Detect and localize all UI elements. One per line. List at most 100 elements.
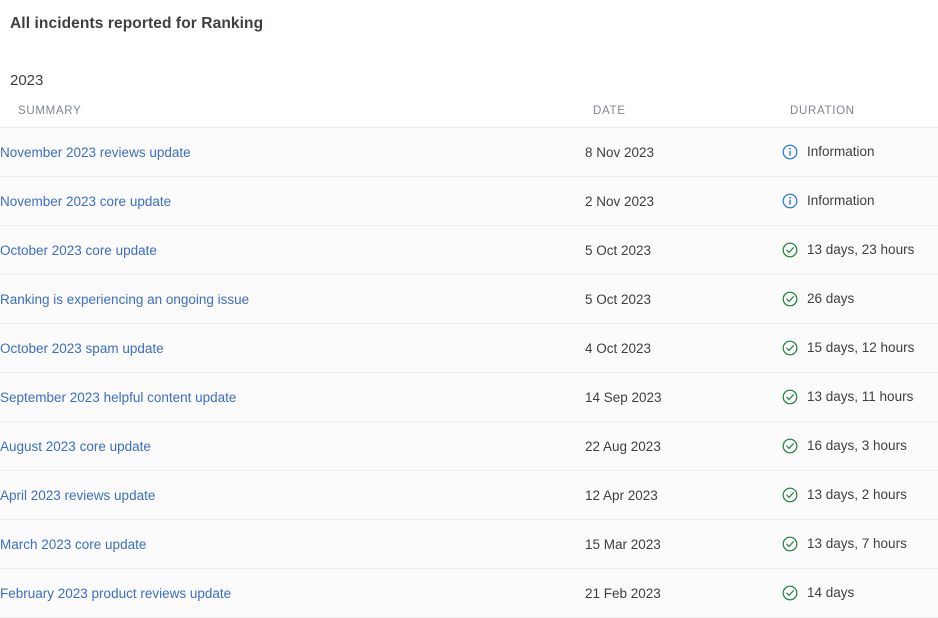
table-row[interactable]: April 2023 reviews update 12 Apr 2023 13 d…: [0, 470, 938, 520]
incident-link[interactable]: March 2023 core update: [0, 537, 146, 552]
page-title: All incidents reported for Ranking: [10, 15, 264, 32]
table-body: November 2023 reviews update 8 Nov 2023 In…: [0, 127, 938, 618]
cell-duration: 13 days, 23 hours: [782, 226, 938, 275]
incident-link[interactable]: November 2023 core update: [0, 194, 171, 209]
table-row[interactable]: October 2023 spam update 4 Oct 2023 15 day…: [0, 323, 938, 373]
incident-date: 8 Nov 2023: [585, 144, 655, 160]
duration-wrapper: 15 days, 12 hours: [782, 340, 938, 356]
incident-date: 15 Mar 2023: [585, 536, 661, 552]
cell-date: 5 Oct 2023: [585, 226, 782, 275]
cell-summary: April 2023 reviews update: [0, 471, 585, 520]
incident-link[interactable]: Ranking is experiencing an ongoing issue: [0, 292, 249, 307]
duration-wrapper: Information: [782, 193, 938, 209]
table-row[interactable]: August 2023 core update 22 Aug 2023 16 day…: [0, 421, 938, 471]
cell-duration: Information: [782, 128, 938, 177]
cell-date: 22 Aug 2023: [585, 422, 782, 471]
cell-date: 5 Oct 2023: [585, 275, 782, 324]
incident-date: 5 Oct 2023: [585, 242, 652, 258]
duration-text: 14 days: [807, 585, 855, 600]
check-circle-icon: [782, 242, 798, 258]
incident-link[interactable]: October 2023 spam update: [0, 341, 164, 356]
cell-date: 8 Nov 2023: [585, 128, 782, 177]
column-header-summary: SUMMARY: [18, 105, 82, 117]
incident-date: 5 Oct 2023: [585, 291, 652, 307]
duration-text: 13 days, 11 hours: [807, 389, 914, 404]
table-row[interactable]: September 2023 helpful content update 14 …: [0, 372, 938, 422]
duration-wrapper: 13 days, 11 hours: [782, 389, 938, 405]
cell-date: 2 Nov 2023: [585, 177, 782, 226]
duration-wrapper: 13 days, 2 hours: [782, 487, 938, 503]
duration-text: 15 days, 12 hours: [807, 340, 915, 355]
duration-wrapper: 13 days, 23 hours: [782, 242, 938, 258]
cell-duration: 13 days, 2 hours: [782, 471, 938, 520]
cell-duration: Information: [782, 177, 938, 226]
cell-date: 21 Feb 2023: [585, 569, 782, 618]
check-circle-icon: [782, 585, 798, 601]
duration-wrapper: 16 days, 3 hours: [782, 438, 938, 454]
incident-link[interactable]: April 2023 reviews update: [0, 488, 155, 503]
cell-summary: August 2023 core update: [0, 422, 585, 471]
incident-link[interactable]: November 2023 reviews update: [0, 145, 191, 160]
cell-duration: 13 days, 11 hours: [782, 373, 938, 422]
info-circle-icon: [782, 144, 798, 160]
duration-text: 26 days: [807, 291, 855, 306]
incident-link[interactable]: October 2023 core update: [0, 243, 157, 258]
cell-summary: Ranking is experiencing an ongoing issue: [0, 275, 585, 324]
table-row[interactable]: November 2023 reviews update 8 Nov 2023 In…: [0, 127, 938, 177]
cell-date: 15 Mar 2023: [585, 520, 782, 569]
duration-text: Information: [807, 193, 875, 208]
duration-wrapper: 14 days: [782, 585, 938, 601]
check-circle-icon: [782, 438, 798, 454]
incident-date: 21 Feb 2023: [585, 585, 661, 601]
duration-wrapper: 26 days: [782, 291, 938, 307]
incident-date: 2 Nov 2023: [585, 193, 655, 209]
incident-link[interactable]: February 2023 product reviews update: [0, 586, 231, 601]
table-row[interactable]: October 2023 core update 5 Oct 2023 13 day…: [0, 225, 938, 275]
cell-duration: 26 days: [782, 275, 938, 324]
cell-duration: 14 days: [782, 569, 938, 618]
check-circle-icon: [782, 536, 798, 552]
cell-summary: October 2023 spam update: [0, 324, 585, 373]
info-circle-icon: [782, 193, 798, 209]
column-header-duration: DURATION: [790, 105, 855, 117]
incident-date: 12 Apr 2023: [585, 487, 658, 503]
incident-date: 22 Aug 2023: [585, 438, 661, 454]
table-row[interactable]: Ranking is experiencing an ongoing issue…: [0, 274, 938, 324]
year-heading: 2023: [10, 72, 44, 89]
cell-duration: 15 days, 12 hours: [782, 324, 938, 373]
cell-summary: October 2023 core update: [0, 226, 585, 275]
incident-table: SUMMARY DATE DURATION November 2023 revi…: [0, 105, 938, 618]
table-row[interactable]: February 2023 product reviews update 21 F…: [0, 568, 938, 618]
table-row[interactable]: March 2023 core update 15 Mar 2023 13 days…: [0, 519, 938, 569]
incident-link[interactable]: September 2023 helpful content update: [0, 390, 236, 405]
duration-wrapper: Information: [782, 144, 938, 160]
cell-summary: November 2023 core update: [0, 177, 585, 226]
duration-text: 16 days, 3 hours: [807, 438, 907, 453]
cell-summary: November 2023 reviews update: [0, 128, 585, 177]
cell-summary: March 2023 core update: [0, 520, 585, 569]
table-header-row: SUMMARY DATE DURATION: [0, 105, 938, 128]
incident-date: 14 Sep 2023: [585, 389, 662, 405]
duration-text: 13 days, 7 hours: [807, 536, 907, 551]
check-circle-icon: [782, 340, 798, 356]
duration-text: 13 days, 2 hours: [807, 487, 907, 502]
check-circle-icon: [782, 487, 798, 503]
incident-history-page: All incidents reported for Ranking 2023 …: [0, 0, 938, 618]
cell-duration: 13 days, 7 hours: [782, 520, 938, 569]
cell-summary: September 2023 helpful content update: [0, 373, 585, 422]
cell-summary: February 2023 product reviews update: [0, 569, 585, 618]
duration-text: 13 days, 23 hours: [807, 242, 915, 257]
cell-duration: 16 days, 3 hours: [782, 422, 938, 471]
duration-wrapper: 13 days, 7 hours: [782, 536, 938, 552]
cell-date: 14 Sep 2023: [585, 373, 782, 422]
table-row[interactable]: November 2023 core update 2 Nov 2023 Infor…: [0, 176, 938, 226]
table-header: SUMMARY DATE DURATION: [0, 105, 938, 128]
incident-date: 4 Oct 2023: [585, 340, 652, 356]
cell-date: 12 Apr 2023: [585, 471, 782, 520]
check-circle-icon: [782, 389, 798, 405]
incident-link[interactable]: August 2023 core update: [0, 439, 151, 454]
column-header-date: DATE: [593, 105, 626, 117]
check-circle-icon: [782, 291, 798, 307]
cell-date: 4 Oct 2023: [585, 324, 782, 373]
duration-text: Information: [807, 144, 875, 159]
